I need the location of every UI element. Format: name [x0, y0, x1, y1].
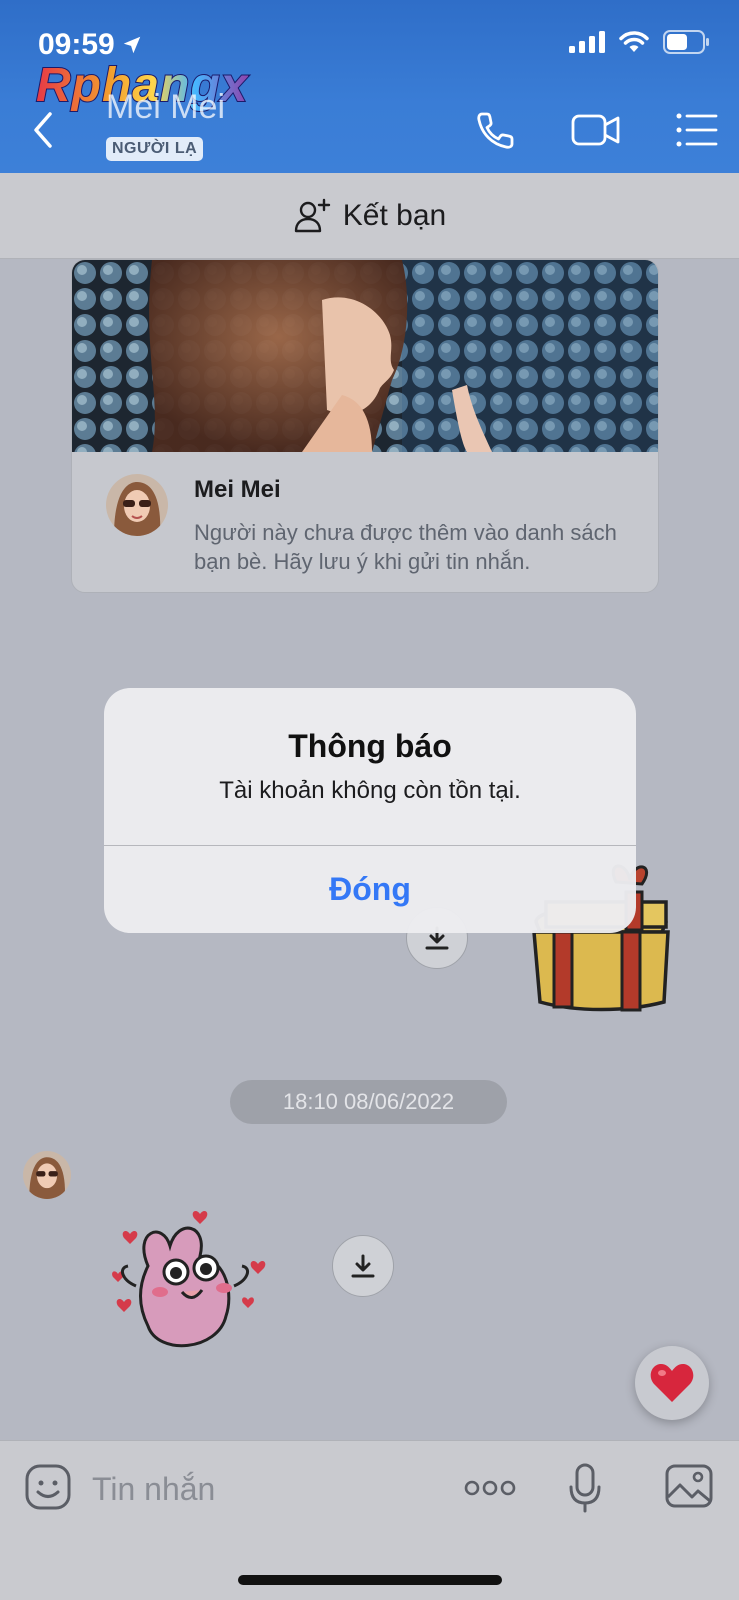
- signal-icon: [569, 31, 605, 53]
- message-input[interactable]: Tin nhắn: [92, 1471, 215, 1508]
- add-friend-label: Kết bạn: [342, 198, 447, 232]
- profile-card[interactable]: Mei Mei Người này chưa được thêm vào dan…: [71, 259, 659, 593]
- add-user-icon: [294, 198, 330, 232]
- message-timestamp: 18:10 08/06/2022: [230, 1080, 507, 1124]
- status-indicators: [569, 30, 711, 54]
- quick-heart-button[interactable]: [635, 1346, 709, 1420]
- more-options-icon[interactable]: [464, 1479, 516, 1497]
- close-button[interactable]: Đóng: [104, 846, 636, 933]
- dialog-title: Thông báo: [288, 728, 452, 764]
- sender-avatar[interactable]: [23, 1151, 71, 1199]
- video-call-icon[interactable]: [570, 108, 622, 152]
- profile-avatar[interactable]: [106, 474, 168, 536]
- microphone-icon[interactable]: [568, 1463, 602, 1513]
- contact-name[interactable]: Mei Mei: [106, 88, 225, 127]
- status-time-text: 09:59: [38, 28, 115, 61]
- phone-call-icon[interactable]: [474, 108, 520, 152]
- menu-list-icon[interactable]: [674, 108, 720, 152]
- profile-description: Người này chưa được thêm vào danh sách b…: [194, 520, 617, 574]
- image-gallery-icon[interactable]: [664, 1463, 714, 1509]
- profile-name: Mei Mei: [194, 476, 281, 503]
- bunny-sticker[interactable]: [108, 1206, 278, 1366]
- wifi-icon: [619, 31, 649, 52]
- chat-header: 09:59 Rphangx Rphangx Mei Mei NGƯỜI LẠ: [0, 0, 739, 173]
- home-indicator[interactable]: [238, 1575, 502, 1585]
- heart-icon: [650, 1364, 694, 1402]
- status-time: 09:59: [38, 28, 143, 62]
- alert-dialog: Thông báo Tài khoản không còn tồn tại. Đ…: [104, 688, 636, 933]
- dialog-message: Tài khoản không còn tồn tại.: [219, 777, 521, 804]
- message-input-bar: Tin nhắn: [0, 1440, 739, 1600]
- download-sticker-button[interactable]: [332, 1235, 394, 1297]
- download-icon: [351, 1254, 375, 1278]
- back-icon[interactable]: [26, 108, 60, 152]
- location-arrow-icon: [123, 36, 140, 54]
- battery-icon: [663, 30, 709, 54]
- cover-photo: [72, 260, 658, 452]
- sender-avatar-image: [23, 1151, 71, 1199]
- stranger-badge: NGƯỜI LẠ: [106, 137, 204, 161]
- sticker-emoji-icon[interactable]: [24, 1463, 72, 1511]
- add-friend-button[interactable]: Kết bạn: [0, 173, 739, 259]
- avatar-image: [106, 474, 168, 536]
